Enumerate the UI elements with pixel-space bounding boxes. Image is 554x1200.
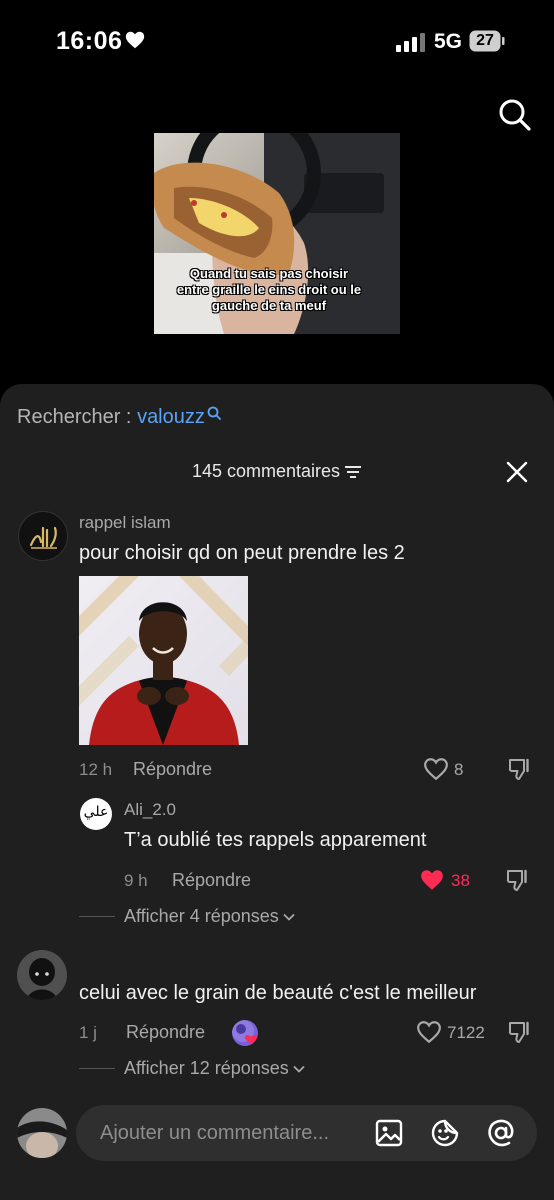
gif-illustration [79, 576, 248, 745]
status-time: 16:06 [56, 27, 123, 55]
video-thumbnail[interactable]: Quand tu sais pas choisir entre graille … [154, 133, 400, 334]
reply-like-count: 38 [451, 871, 470, 890]
comment-text: celui avec le grain de beauté c'est le m… [79, 982, 477, 1004]
comment-text: pour choisir qd on peut prendre les 2 [79, 542, 405, 564]
divider [79, 916, 115, 917]
chevron-down-icon [293, 1066, 305, 1074]
reply-button[interactable]: Répondre [133, 759, 212, 780]
image-icon[interactable] [374, 1118, 404, 1148]
chevron-down-icon [283, 914, 295, 922]
my-avatar-photo-icon [17, 1108, 67, 1158]
like-heart-icon[interactable] [423, 757, 449, 781]
my-avatar[interactable] [17, 1108, 67, 1158]
like-heart-icon[interactable] [416, 1020, 442, 1044]
network-type: 5G [434, 30, 463, 53]
emoji-icon[interactable] [430, 1118, 460, 1148]
comments-sheet: Rechercher : valouzz 145 commentaires ra… [0, 384, 554, 1200]
sort-icon[interactable] [344, 465, 362, 479]
signal-icon [396, 33, 425, 52]
battery-level: 27 [476, 32, 494, 49]
show-more-replies-label: Afficher 4 réponses [124, 906, 279, 926]
user-photo-avatar-icon [17, 950, 67, 1000]
comment-input-bar: Ajouter un commentaire... [0, 1095, 554, 1200]
comment-time: 12 h [79, 760, 113, 779]
close-icon[interactable] [505, 460, 529, 484]
search-mini-icon [207, 406, 221, 420]
search-term[interactable]: valouzz [137, 406, 205, 428]
reply-dislike-icon[interactable] [505, 867, 531, 893]
liked-heart-icon[interactable] [419, 868, 445, 892]
reply-avatar[interactable]: علي [80, 798, 112, 830]
dislike-icon[interactable] [507, 1019, 533, 1045]
mention-icon[interactable] [486, 1118, 516, 1148]
video-caption: Quand tu sais pas choisir entre graille … [176, 266, 362, 313]
show-more-replies[interactable]: Afficher 12 réponses [124, 1058, 305, 1079]
avatar[interactable] [18, 511, 68, 561]
like-count: 8 [454, 760, 464, 779]
comment-input-placeholder: Ajouter un commentaire... [100, 1122, 329, 1144]
comment-username[interactable]: rappel islam [79, 513, 171, 533]
comment-count: 145 commentaires [191, 461, 341, 481]
reply-button[interactable]: Répondre [126, 1022, 205, 1043]
reply-time: 9 h [124, 871, 148, 890]
status-bar: 16:06 5G 27 [0, 0, 554, 80]
show-more-replies[interactable]: Afficher 4 réponses [124, 906, 295, 927]
comment-gif-image[interactable] [79, 576, 248, 745]
reply-username[interactable]: Ali_2.0 [124, 800, 176, 820]
dislike-icon[interactable] [507, 756, 533, 782]
creator-heart-icon [232, 1020, 257, 1044]
search-suggestion[interactable]: Rechercher : valouzz [17, 406, 221, 429]
show-more-replies-label: Afficher 12 réponses [124, 1058, 289, 1078]
search-icon[interactable] [498, 98, 532, 132]
reply-avatar-text: علي [83, 804, 109, 820]
reply-text: T’a oublié tes rappels apparement [124, 829, 427, 851]
comment-count-header: 145 commentaires [0, 461, 554, 482]
reply-reply-button[interactable]: Répondre [172, 870, 251, 891]
creator-liked-avatar [232, 1020, 258, 1046]
heart-status-icon [125, 31, 145, 49]
comment-time: 1 j [79, 1023, 97, 1042]
search-label: Rechercher : [17, 406, 138, 428]
divider [79, 1068, 115, 1069]
like-count: 7122 [447, 1023, 485, 1042]
comment-input[interactable]: Ajouter un commentaire... [76, 1105, 537, 1161]
avatar[interactable] [17, 950, 67, 1000]
calligraphy-avatar-icon [19, 512, 67, 560]
